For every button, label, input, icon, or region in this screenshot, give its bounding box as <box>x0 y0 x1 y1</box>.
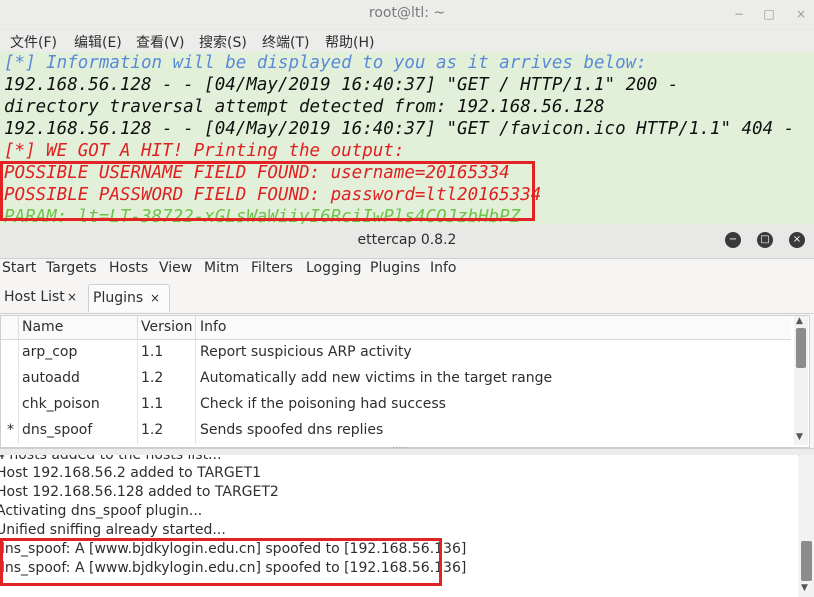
scrollbar-thumb[interactable] <box>796 328 806 368</box>
plugin-row-autoadd[interactable]: autoadd 1.2 Automatically add new victim… <box>1 366 791 392</box>
plugin-version: 1.2 <box>141 370 164 386</box>
dns-spoof-highlight-box <box>0 538 442 586</box>
plugin-version: 1.2 <box>141 422 164 438</box>
plugin-active-marker: * <box>7 422 14 438</box>
scroll-down-icon[interactable]: ▼ <box>796 432 803 442</box>
terminal-line: 192.168.56.128 - - [04/May/2019 16:40:37… <box>4 119 795 139</box>
menu-file[interactable]: 文件(F) <box>10 32 57 52</box>
close-icon[interactable]: × <box>789 232 805 248</box>
menu-view[interactable]: 查看(V) <box>136 32 185 52</box>
tab-plugins[interactable]: Plugins × <box>88 284 170 312</box>
plugin-version: 1.1 <box>141 396 164 412</box>
plugin-name: autoadd <box>22 370 80 386</box>
log-line: Activating dns_spoof plugin... <box>0 503 203 519</box>
menu-search[interactable]: 搜索(S) <box>199 32 247 52</box>
menu-view[interactable]: View <box>159 260 192 276</box>
plugin-row-dns-spoof[interactable]: * dns_spoof 1.2 Sends spoofed dns replie… <box>1 418 791 444</box>
tab-label: Plugins <box>93 290 144 306</box>
terminal-line: [*] Information will be displayed to you… <box>4 53 647 73</box>
terminal-title: root@ltl: ~ <box>368 5 446 21</box>
menu-logging[interactable]: Logging <box>306 260 362 276</box>
menu-terminal[interactable]: 终端(T) <box>262 32 309 52</box>
menu-filters[interactable]: Filters <box>251 260 293 276</box>
plugin-info: Report suspicious ARP activity <box>200 344 412 360</box>
tab-bar: Host List × Plugins × <box>0 282 814 314</box>
log-line: Host 192.168.56.2 added to TARGET1 <box>0 465 262 481</box>
menu-info[interactable]: Info <box>430 260 457 276</box>
close-icon[interactable]: × <box>150 285 160 312</box>
plugin-name: chk_poison <box>22 396 100 412</box>
terminal-menubar: 文件(F) 编辑(E) 查看(V) 搜索(S) 终端(T) 帮助(H) <box>0 30 814 52</box>
ettercap-titlebar[interactable]: ettercap 0.8.2 − □ × <box>0 224 814 259</box>
ettercap-title: ettercap 0.8.2 <box>357 232 457 248</box>
drag-handle-icon[interactable]: ····· <box>392 443 408 454</box>
plugin-info: Automatically add new victims in the tar… <box>200 370 553 386</box>
plugin-info: Sends spoofed dns replies <box>200 422 384 438</box>
minimize-icon[interactable]: − <box>725 232 741 248</box>
menu-hosts[interactable]: Hosts <box>109 260 148 276</box>
terminal-line: 192.168.56.128 - - [04/May/2019 16:40:37… <box>4 75 679 95</box>
plugins-scrollbar[interactable]: ▲ ▼ <box>794 316 808 445</box>
menu-targets[interactable]: Targets <box>46 260 97 276</box>
menu-mitm[interactable]: Mitm <box>204 260 239 276</box>
menu-edit[interactable]: 编辑(E) <box>74 32 122 52</box>
terminal-window: root@ltl: ~ − □ × 文件(F) 编辑(E) 查看(V) 搜索(S… <box>0 0 814 228</box>
terminal-line: [*] WE GOT A HIT! Printing the output: <box>4 141 405 161</box>
menu-plugins[interactable]: Plugins <box>370 260 420 276</box>
tab-host-list[interactable]: Host List × <box>0 284 86 311</box>
ettercap-menubar: Start Targets Hosts View Mitm Filters Lo… <box>0 259 814 281</box>
maximize-icon[interactable]: □ <box>760 5 778 23</box>
minimize-icon[interactable]: − <box>730 5 748 23</box>
terminal-titlebar[interactable]: root@ltl: ~ − □ × <box>0 0 814 28</box>
tab-label: Host List <box>4 289 65 305</box>
menu-start[interactable]: Start <box>2 260 36 276</box>
close-icon[interactable]: × <box>792 5 810 23</box>
plugin-version: 1.1 <box>141 344 164 360</box>
scroll-down-icon[interactable]: ▼ <box>801 583 808 593</box>
plugin-row-chk-poison[interactable]: chk_poison 1.1 Check if the poisoning ha… <box>1 392 791 418</box>
scrollbar-thumb[interactable] <box>801 541 812 581</box>
ettercap-window: ettercap 0.8.2 − □ × Start Targets Hosts… <box>0 224 814 597</box>
close-icon[interactable]: × <box>67 284 77 311</box>
log-scrollbar[interactable]: ▼ <box>799 455 814 597</box>
credentials-highlight-box <box>0 161 535 221</box>
column-separator <box>18 316 19 339</box>
maximize-icon[interactable]: □ <box>757 232 773 248</box>
column-separator <box>137 316 138 339</box>
plugin-row-arp-cop[interactable]: arp_cop 1.1 Report suspicious ARP activi… <box>1 340 791 366</box>
column-header-version[interactable]: Version <box>141 319 192 335</box>
menu-help[interactable]: 帮助(H) <box>325 32 374 52</box>
plugin-name: arp_cop <box>22 344 78 360</box>
column-separator <box>195 316 196 339</box>
log-line: Host 192.168.56.128 added to TARGET2 <box>0 484 279 500</box>
plugin-name: dns_spoof <box>22 422 93 438</box>
terminal-line: directory traversal attempt detected fro… <box>4 97 605 117</box>
plugins-table: Name Version Info arp_cop 1.1 Report sus… <box>0 315 810 448</box>
plugin-info: Check if the poisoning had success <box>200 396 446 412</box>
plugins-table-header: Name Version Info <box>1 316 791 340</box>
column-header-info[interactable]: Info <box>200 319 227 335</box>
scroll-up-icon[interactable]: ▲ <box>796 316 803 326</box>
column-header-name[interactable]: Name <box>22 319 63 335</box>
